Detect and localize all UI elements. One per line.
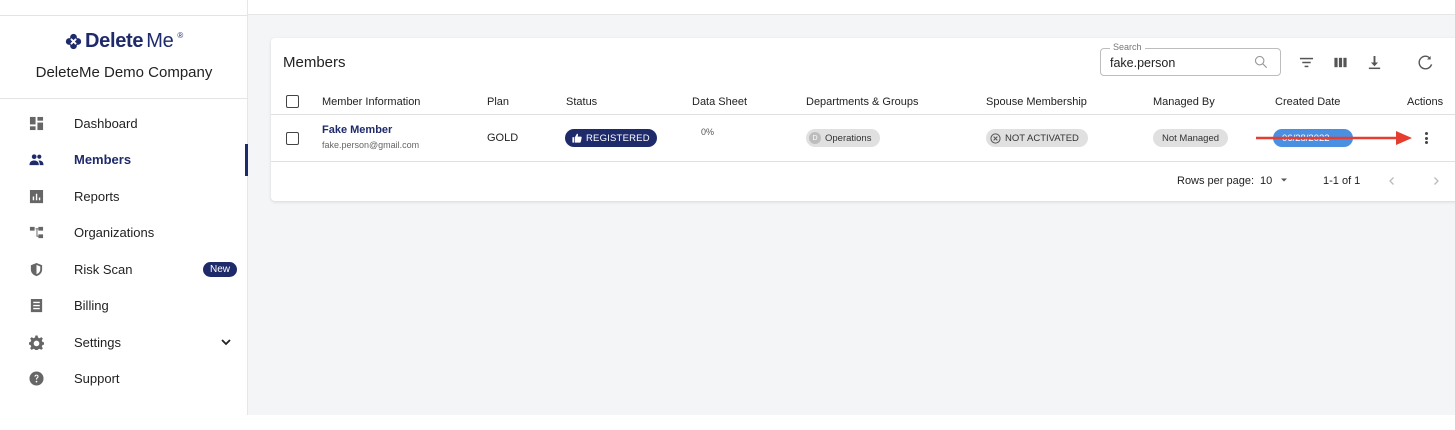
row-actions-menu-button[interactable] <box>1421 129 1431 147</box>
member-plan: GOLD <box>487 132 519 144</box>
columns-icon <box>1333 57 1347 67</box>
column-header[interactable]: Data Sheet <box>692 96 747 108</box>
column-header[interactable]: Spouse Membership <box>986 96 1087 108</box>
spouse-status-text: NOT ACTIVATED <box>1005 132 1079 144</box>
previous-page-icon[interactable] <box>1387 176 1397 186</box>
refresh-icon <box>1417 54 1432 70</box>
sidebar-item-label: Support <box>74 371 120 387</box>
organizations-icon <box>28 225 44 241</box>
annotation-arrow <box>1256 131 1412 145</box>
member-email: fake.person@gmail.com <box>322 140 420 150</box>
search-input[interactable] <box>1102 55 1252 71</box>
thumbs-up-icon <box>572 133 582 143</box>
download-icon <box>1368 55 1380 69</box>
kebab-dot <box>1424 132 1428 135</box>
filter-button[interactable] <box>1298 54 1314 70</box>
kebab-dot <box>1424 136 1428 140</box>
refresh-button[interactable] <box>1417 54 1433 70</box>
shield-icon <box>28 261 44 277</box>
table-header: Member Information Plan Status Data Shee… <box>271 90 1455 115</box>
download-button[interactable] <box>1366 54 1382 70</box>
dashboard-icon <box>28 115 44 131</box>
pagination-bar: Rows per page: 10 1-1 of 1 <box>271 162 1455 201</box>
members-card: Members Search Member Information Plan S… <box>271 38 1455 201</box>
column-header[interactable]: Departments & Groups <box>806 96 919 108</box>
sidebar-nav: Dashboard Members Reports Organizations … <box>0 105 248 397</box>
member-name-link[interactable]: Fake Member <box>322 124 392 136</box>
rows-per-page-value: 10 <box>1260 175 1273 187</box>
sidebar-item-organizations[interactable]: Organizations <box>0 215 248 252</box>
select-all-checkbox[interactable] <box>286 95 299 108</box>
bottom-strip <box>0 415 1455 430</box>
sidebar-item-billing[interactable]: Billing <box>0 288 248 325</box>
members-icon <box>28 152 44 168</box>
spouse-membership-chip: NOT ACTIVATED <box>986 129 1088 147</box>
data-sheet-progress: 0% <box>701 127 715 137</box>
search-box[interactable]: Search <box>1100 42 1281 76</box>
sidebar-item-dashboard[interactable]: Dashboard <box>0 105 248 142</box>
chevron-down-icon[interactable] <box>220 336 232 348</box>
column-header[interactable]: Member Information <box>322 96 420 108</box>
deleteme-logo: Delete Me ® <box>65 30 183 53</box>
rows-per-page-select[interactable]: 10 <box>1260 175 1288 187</box>
new-badge: New <box>203 261 238 277</box>
sidebar-item-settings[interactable]: Settings <box>0 324 248 361</box>
pagination-range: 1-1 of 1 <box>1323 175 1361 187</box>
filter-icon <box>1299 57 1313 67</box>
brand-divider <box>0 98 248 99</box>
sidebar-item-label: Organizations <box>74 225 155 241</box>
status-text: REGISTERED <box>586 132 650 144</box>
top-bar <box>248 0 1455 15</box>
page-title: Members <box>283 54 346 71</box>
caret-down-icon <box>1281 178 1288 182</box>
sidebar-item-label: Members <box>74 152 132 168</box>
reports-icon <box>28 188 44 204</box>
logo-mark-icon <box>65 33 82 50</box>
search-icon[interactable] <box>1254 55 1268 69</box>
sidebar-top-divider <box>0 15 248 16</box>
sidebar-item-label: Billing <box>74 298 109 314</box>
columns-button[interactable] <box>1332 54 1348 70</box>
column-header: Actions <box>1407 96 1444 108</box>
sidebar-item-reports[interactable]: Reports <box>0 178 248 215</box>
help-icon <box>28 371 44 387</box>
brand: Delete Me ® DeleteMe Demo Company <box>0 30 248 81</box>
kebab-dot <box>1424 141 1428 144</box>
sidebar-item-risk-scan[interactable]: Risk Scan New <box>0 251 248 288</box>
sidebar-item-support[interactable]: Support <box>0 361 248 398</box>
column-header[interactable]: Managed By <box>1153 96 1215 108</box>
rows-per-page-label: Rows per page: <box>1177 175 1255 187</box>
department-name: Operations <box>825 132 872 144</box>
column-header[interactable]: Created Date <box>1275 96 1340 108</box>
logo-registered-mark: ® <box>177 31 184 40</box>
department-avatar: D <box>809 132 821 144</box>
gear-icon <box>28 334 44 350</box>
sidebar-item-label: Risk Scan <box>74 261 133 277</box>
sidebar-item-label: Dashboard <box>74 115 138 131</box>
logo-text-bold: Delete <box>84 30 144 52</box>
row-checkbox[interactable] <box>286 132 299 145</box>
column-header[interactable]: Plan <box>487 96 509 108</box>
table-row[interactable]: Fake Member fake.person@gmail.com GOLD R… <box>271 115 1455 162</box>
sidebar-item-label: Reports <box>74 188 120 204</box>
status-badge: REGISTERED <box>565 129 657 147</box>
billing-icon <box>28 298 44 314</box>
sidebar-item-members[interactable]: Members <box>0 142 248 179</box>
department-chip[interactable]: D Operations <box>806 129 881 147</box>
sidebar-item-label: Settings <box>74 334 121 350</box>
logo-text-light: Me <box>146 30 174 52</box>
search-label: Search <box>1110 42 1145 52</box>
company-name: DeleteMe Demo Company <box>35 64 213 81</box>
next-page-icon[interactable] <box>1431 176 1441 186</box>
sidebar: Delete Me ® DeleteMe Demo Company Dashboar… <box>0 0 248 415</box>
column-header[interactable]: Status <box>566 96 597 108</box>
cancel-circle-icon <box>990 132 1001 144</box>
managed-by-chip: Not Managed <box>1153 129 1229 147</box>
